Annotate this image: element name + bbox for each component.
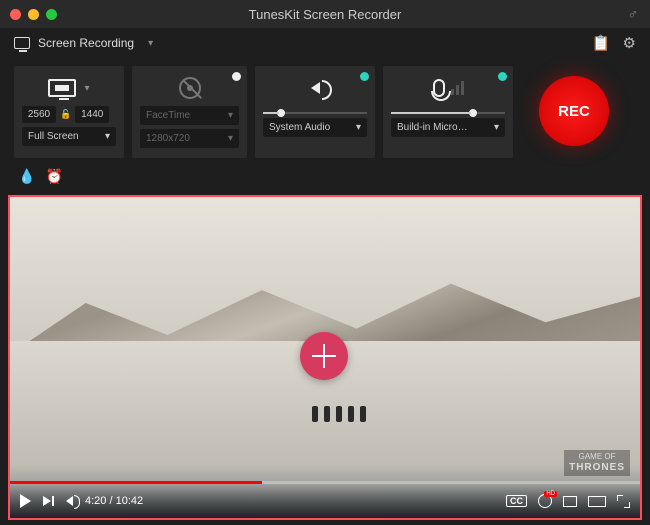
display-panel: ▾ 🔓 Full Screen ▾	[14, 66, 124, 158]
record-label: REC	[558, 103, 590, 120]
minimize-window-icon[interactable]	[28, 9, 39, 20]
app-title: TunesKit Screen Recorder	[249, 7, 402, 22]
level-meter	[451, 81, 464, 95]
chevron-down-icon: ▾	[148, 38, 153, 49]
mic-device-label: Build-in Micro…	[397, 122, 468, 133]
camera-res-select[interactable]: 1280x720 ▾	[140, 129, 239, 148]
fullscreen-button[interactable]	[617, 495, 630, 508]
close-window-icon[interactable]	[10, 9, 21, 20]
mic-volume-slider[interactable]	[391, 112, 505, 114]
speaker-icon	[311, 82, 320, 94]
camera-panel: FaceTime ▾ 1280x720 ▾	[132, 66, 247, 158]
watermark-icon[interactable]: 💧	[18, 168, 35, 185]
mic-toggle[interactable]	[498, 72, 507, 81]
window-controls	[10, 9, 57, 20]
camera-off-icon	[179, 77, 201, 99]
theater-button[interactable]	[588, 496, 606, 507]
camera-device-label: FaceTime	[146, 110, 190, 121]
height-input[interactable]	[75, 106, 109, 123]
audio-device-label: System Audio	[269, 122, 330, 133]
audio-toggle[interactable]	[360, 72, 369, 81]
volume-icon[interactable]	[66, 496, 73, 506]
chevron-down-icon: ▾	[228, 133, 233, 144]
play-button[interactable]	[20, 494, 31, 508]
screen-icon	[14, 37, 30, 49]
lock-icon[interactable]: 🔓	[60, 109, 71, 120]
video-controls: 4:20 / 10:42 CC HD	[10, 484, 640, 518]
move-icon	[312, 344, 336, 368]
audio-volume-slider[interactable]	[263, 112, 367, 114]
record-button[interactable]: REC	[539, 76, 609, 146]
mode-selector[interactable]: Screen Recording ▾	[14, 36, 153, 50]
camera-toggle[interactable]	[232, 72, 241, 81]
camera-res-label: 1280x720	[146, 133, 190, 144]
settings-button[interactable]: HD	[538, 494, 552, 508]
cc-button[interactable]: CC	[506, 495, 527, 507]
tasklist-icon[interactable]: 📋	[592, 34, 611, 52]
next-button[interactable]	[43, 496, 54, 506]
capture-region[interactable]: GAME OFTHRONES 4:20 / 10:42 CC HD	[8, 195, 642, 520]
chevron-down-icon: ▾	[356, 122, 361, 133]
chevron-down-icon: ▾	[105, 131, 110, 142]
mic-icon	[433, 79, 445, 97]
mode-toolbar: Screen Recording ▾ 📋 ⚙	[0, 28, 650, 58]
share-icon[interactable]: ♂	[628, 6, 639, 22]
maximize-window-icon[interactable]	[46, 9, 57, 20]
miniplayer-button[interactable]	[563, 496, 577, 507]
hd-badge: HD	[544, 491, 557, 497]
mode-label: Screen Recording	[38, 36, 134, 50]
schedule-icon[interactable]: ⏰	[45, 168, 62, 185]
width-input[interactable]	[22, 106, 56, 123]
chevron-down-icon[interactable]: ▾	[84, 83, 89, 94]
microphone-panel: Build-in Micro… ▾	[383, 66, 513, 158]
extra-tools: 💧 ⏰	[0, 166, 650, 193]
move-handle[interactable]	[300, 332, 348, 380]
system-audio-panel: System Audio ▾	[255, 66, 375, 158]
titlebar: TunesKit Screen Recorder ♂	[0, 0, 650, 28]
gear-icon[interactable]: ⚙	[623, 34, 636, 52]
settings-panels: ▾ 🔓 Full Screen ▾ FaceTime ▾ 1280x720 ▾ Sys…	[0, 58, 650, 166]
time-display: 4:20 / 10:42	[85, 495, 143, 507]
preset-select[interactable]: Full Screen ▾	[22, 127, 116, 146]
audio-device-select[interactable]: System Audio ▾	[263, 118, 367, 137]
chevron-down-icon: ▾	[494, 122, 499, 133]
mic-device-select[interactable]: Build-in Micro… ▾	[391, 118, 505, 137]
preset-label: Full Screen	[28, 131, 79, 142]
show-watermark: GAME OFTHRONES	[564, 450, 630, 476]
monitor-icon	[48, 79, 76, 97]
camera-device-select[interactable]: FaceTime ▾	[140, 106, 239, 125]
chevron-down-icon: ▾	[228, 110, 233, 121]
